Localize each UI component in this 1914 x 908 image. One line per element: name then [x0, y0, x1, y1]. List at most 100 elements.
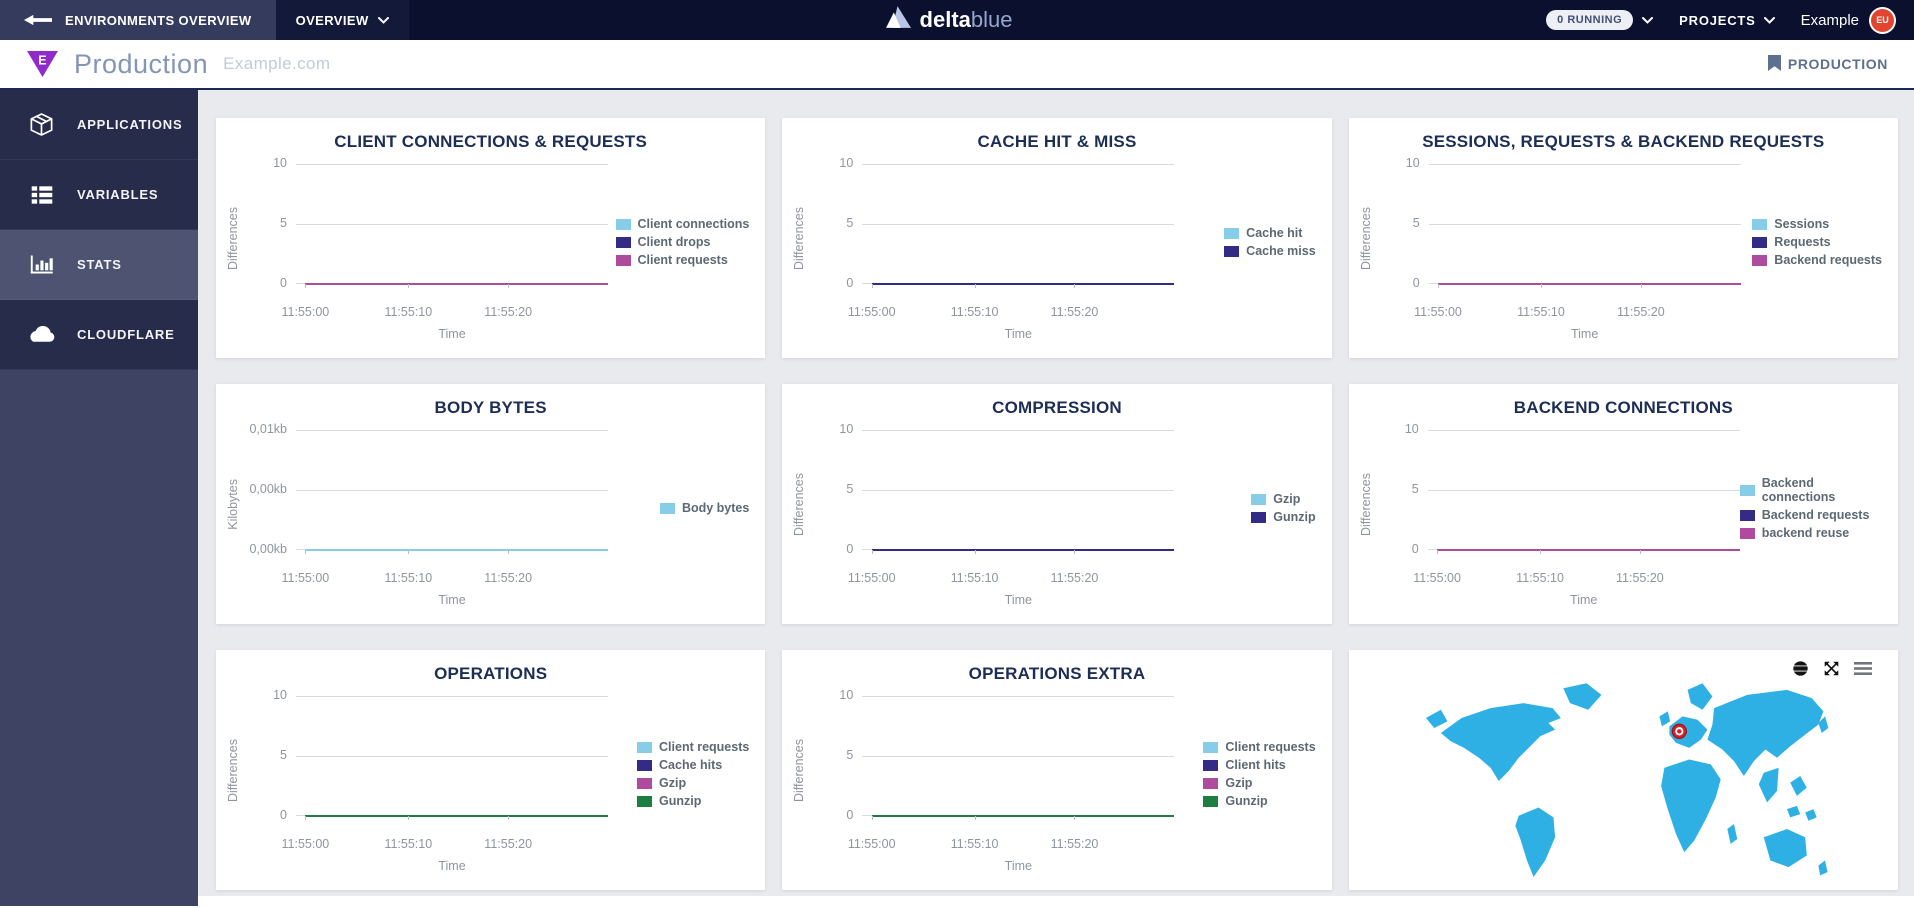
legend-label: Gunzip: [1225, 794, 1268, 808]
x-tick-mark: [974, 284, 976, 288]
legend-label: Client connections: [637, 217, 750, 231]
x-tick: 11:55:20: [1050, 571, 1099, 585]
y-axis-label: Differences: [1358, 472, 1373, 536]
sidebar-item-label: VARIABLES: [77, 187, 159, 202]
legend-item[interactable]: Backend connections: [1739, 476, 1882, 504]
data-line: [305, 815, 608, 817]
x-tick-mark: [974, 816, 976, 820]
legend-item[interactable]: Client connections: [615, 217, 750, 231]
legend-swatch: [637, 795, 653, 807]
sidebar-item-stats[interactable]: STATS: [0, 230, 198, 300]
fullscreen-expand-icon[interactable]: [1823, 660, 1840, 677]
legend-item[interactable]: Body bytes: [659, 501, 749, 515]
legend-item[interactable]: Client requests: [615, 253, 750, 267]
cloud-icon: [28, 326, 55, 343]
chart-area: Differences 10 5 0 11:55:00 11:55:10 11:55:20 T…: [216, 684, 765, 876]
x-tick-mark: [408, 284, 410, 288]
legend-item[interactable]: Sessions: [1752, 217, 1882, 231]
x-tick: 11:55:10: [950, 837, 999, 851]
x-axis-label: Time: [1570, 327, 1599, 341]
brand-light: blue: [970, 7, 1013, 32]
sidebar-item-variables[interactable]: VARIABLES: [0, 160, 198, 230]
legend-swatch: [637, 777, 653, 789]
stats-cards-grid: CLIENT CONNECTIONS & REQUESTS Differences…: [198, 90, 1914, 890]
legend-item[interactable]: Cache hits: [637, 758, 749, 772]
gridline: [296, 696, 608, 697]
running-dropdown[interactable]: 0 RUNNING: [1546, 10, 1654, 30]
legend-item[interactable]: Client requests: [637, 740, 749, 754]
brand-bold: delta: [919, 7, 971, 32]
x-tick-mark: [1639, 550, 1641, 554]
map-controls: [1792, 660, 1872, 677]
x-tick: 11:55:00: [281, 837, 330, 851]
chevron-down-icon: [1763, 16, 1775, 24]
menu-icon[interactable]: [1853, 662, 1872, 675]
y-axis-label: Differences: [226, 206, 240, 270]
legend-item[interactable]: Gunzip: [1251, 510, 1316, 524]
gridline: [296, 756, 608, 757]
x-tick: 11:55:10: [384, 305, 433, 319]
y-tick: 10: [273, 156, 287, 170]
globe-icon[interactable]: [1792, 660, 1809, 677]
chart-card-operations-extra: OPERATIONS EXTRA Differences 10 5 0 11:55:00 1…: [782, 650, 1332, 890]
avatar: EU: [1869, 6, 1897, 34]
legend-swatch: [1224, 245, 1240, 257]
legend-item[interactable]: Cache miss: [1224, 244, 1316, 258]
x-axis-label: Time: [1004, 593, 1032, 607]
overview-dropdown[interactable]: OVERVIEW: [275, 0, 409, 40]
legend-item[interactable]: Gzip: [637, 776, 749, 790]
sidebar-item-applications[interactable]: APPLICATIONS: [0, 90, 198, 160]
map-marker-europe[interactable]: [1671, 723, 1688, 739]
y-tick-labels: 10 5 0: [808, 688, 862, 822]
legend-label: Sessions: [1774, 217, 1830, 231]
legend-swatch: [1752, 254, 1768, 266]
y-tick-labels: 10 5 0: [808, 422, 862, 556]
legend-item[interactable]: Cache hit: [1224, 226, 1315, 240]
y-tick-labels: 10 5 0: [242, 156, 296, 290]
x-tick-mark: [871, 550, 873, 554]
legend-swatch: [615, 254, 631, 266]
chart-title: BACKEND CONNECTIONS: [1513, 398, 1733, 417]
chart-card-sessions-requests-backend-requests: SESSIONS, REQUESTS & BACKEND REQUESTS Dif…: [1348, 118, 1898, 358]
legend-item[interactable]: Requests: [1752, 235, 1882, 249]
account-menu[interactable]: Example EU: [1801, 6, 1897, 34]
gridline: [1428, 224, 1741, 225]
legend-label: Backend connections: [1761, 476, 1836, 504]
x-axis-label: Time: [1004, 327, 1032, 341]
chart-title: CLIENT CONNECTIONS & REQUESTS: [334, 132, 648, 151]
y-tick: 10: [839, 156, 854, 170]
legend-item[interactable]: Client requests: [1203, 740, 1316, 754]
x-tick: 11:55:00: [281, 571, 330, 585]
projects-dropdown[interactable]: PROJECTS: [1679, 13, 1775, 28]
legend-item[interactable]: Gzip: [1203, 776, 1315, 790]
sidebar-item-label: CLOUDFLARE: [77, 327, 175, 342]
sidebar-item-cloudflare[interactable]: CLOUDFLARE: [0, 300, 198, 370]
legend-item[interactable]: Gunzip: [637, 794, 749, 808]
y-tick: 0: [846, 542, 854, 556]
legend-label: Gunzip: [659, 794, 702, 808]
environments-overview-label: ENVIRONMENTS OVERVIEW: [65, 12, 252, 28]
x-tick-mark: [305, 284, 307, 288]
plot-row: 10 5 0: [808, 688, 1175, 830]
sidebar-item-label: STATS: [77, 257, 122, 272]
legend-item[interactable]: Backend requests: [1752, 253, 1882, 267]
plot-grid: [862, 164, 1175, 288]
data-line: [871, 283, 1175, 285]
legend-item[interactable]: Client hits: [1203, 758, 1315, 772]
legend-item[interactable]: backend reuse: [1739, 526, 1882, 540]
legend: Backend connections Backend requests backe…: [1739, 476, 1882, 540]
chart-title: SESSIONS, REQUESTS & BACKEND REQUESTS: [1422, 132, 1825, 151]
x-tick-mark: [1438, 284, 1440, 288]
chart-area: Differences 10 5 0 11:55:00 11:55:10 11:55:20 T…: [782, 418, 1331, 610]
production-bookmark[interactable]: PRODUCTION: [1767, 54, 1888, 74]
plot-column: 10 5 0 11:55:00 11:55:10 11:55:20 Time: [242, 156, 608, 344]
legend-item[interactable]: Gunzip: [1203, 794, 1315, 808]
legend-item[interactable]: Gzip: [1251, 492, 1315, 506]
y-tick-labels: 10 5 0: [808, 156, 862, 290]
legend-item[interactable]: Backend requests: [1739, 508, 1882, 522]
bookmark-icon: [1767, 54, 1781, 74]
x-tick: 11:55:00: [1413, 571, 1461, 585]
legend-item[interactable]: Client drops: [615, 235, 750, 249]
environments-overview-button[interactable]: ENVIRONMENTS OVERVIEW: [0, 0, 276, 40]
x-tick-mark: [305, 550, 307, 554]
